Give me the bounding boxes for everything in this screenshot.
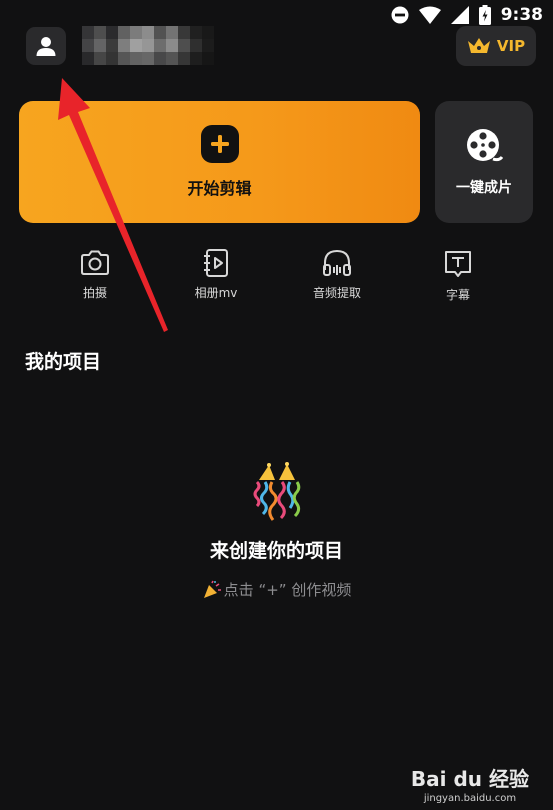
empty-projects-state: 来创建你的项目 点击 “+” 创作视频 bbox=[0, 462, 553, 600]
empty-state-title: 来创建你的项目 bbox=[209, 540, 343, 562]
plus-icon bbox=[200, 125, 239, 163]
status-time: 9:38 bbox=[500, 5, 543, 25]
start-edit-button[interactable]: 开始剪辑 bbox=[19, 101, 420, 223]
tool-camera[interactable]: 拍摄 bbox=[55, 248, 135, 301]
dnd-icon bbox=[391, 6, 409, 24]
tool-album-mv[interactable]: 相册mv bbox=[176, 248, 256, 301]
one-click-label: 一键成片 bbox=[456, 180, 512, 196]
camera-icon bbox=[81, 250, 109, 275]
vip-label: VIP bbox=[496, 37, 526, 55]
tool-label: 字幕 bbox=[445, 288, 470, 302]
username-redacted bbox=[82, 26, 214, 66]
album-mv-icon bbox=[204, 249, 228, 277]
user-icon bbox=[36, 37, 56, 56]
status-icons: 9:38 bbox=[391, 5, 543, 25]
signal-icon bbox=[450, 6, 469, 24]
tool-subtitles[interactable]: 字幕 bbox=[418, 248, 498, 303]
party-popper-small-icon bbox=[203, 580, 221, 598]
film-reel-icon bbox=[467, 129, 503, 162]
projects-section-title: 我的项目 bbox=[25, 351, 102, 373]
headphones-icon bbox=[323, 249, 351, 276]
watermark-text: Bai du 经验 bbox=[410, 767, 529, 791]
wifi-icon bbox=[418, 6, 441, 24]
empty-hint-text: 点击 “+” 创作视频 bbox=[223, 581, 352, 599]
profile-button[interactable] bbox=[26, 27, 66, 65]
tool-audio-extract[interactable]: 音频提取 bbox=[297, 248, 377, 301]
empty-state-hint: 点击 “+” 创作视频 bbox=[202, 579, 352, 600]
subtitle-icon bbox=[445, 251, 471, 277]
battery-icon bbox=[478, 5, 491, 25]
start-edit-label: 开始剪辑 bbox=[187, 179, 252, 198]
watermark: Bai du 经验 jingyan.baidu.com bbox=[411, 763, 529, 804]
watermark-main: Bai du 经验 bbox=[411, 763, 529, 792]
one-click-video-button[interactable]: 一键成片 bbox=[435, 101, 533, 223]
tool-label: 相册mv bbox=[194, 286, 238, 300]
tool-label: 音频提取 bbox=[312, 286, 361, 300]
party-popper-icon bbox=[253, 462, 300, 521]
crown-icon bbox=[467, 38, 490, 53]
watermark-url: jingyan.baidu.com bbox=[423, 793, 517, 804]
tool-label: 拍摄 bbox=[82, 286, 107, 300]
vip-button[interactable]: VIP bbox=[456, 26, 536, 66]
